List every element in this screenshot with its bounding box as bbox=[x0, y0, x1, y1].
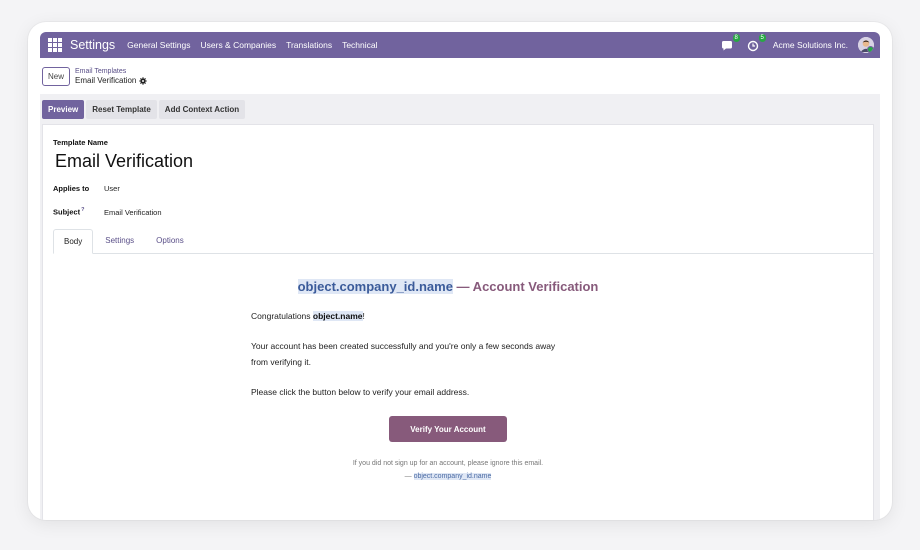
breadcrumb-email-templates[interactable]: Email Templates bbox=[75, 67, 147, 76]
paragraph-account-created-1: Your account has been created successful… bbox=[251, 341, 556, 351]
tab-body[interactable]: Body bbox=[53, 229, 94, 254]
verify-account-button[interactable]: Verify Your Account bbox=[389, 416, 507, 442]
tab-settings[interactable]: Settings bbox=[95, 229, 144, 253]
notebook-tabs: Body Settings Options bbox=[53, 229, 873, 254]
user-name-placeholder: object.name bbox=[312, 311, 363, 321]
subject-field[interactable]: Email Verification bbox=[104, 208, 162, 217]
apps-menu-icon[interactable] bbox=[48, 38, 62, 52]
control-panel: New Email Templates Email Verification bbox=[40, 58, 880, 95]
messages-badge: 8 bbox=[732, 34, 740, 42]
paragraph-click-button: Please click the button below to verify … bbox=[251, 387, 470, 397]
subject-help-icon[interactable]: ? bbox=[81, 207, 84, 213]
greeting-prefix: Congratulations bbox=[251, 311, 313, 321]
menu-translations[interactable]: Translations bbox=[286, 40, 332, 50]
footer-company-placeholder: object.company_id.name bbox=[413, 473, 492, 480]
navbar-systray: 8 5 Acme Solutions Inc. bbox=[721, 34, 880, 53]
company-name-placeholder: object.company_id.name bbox=[297, 279, 453, 294]
user-avatar[interactable] bbox=[858, 37, 874, 53]
activities-button[interactable]: 5 bbox=[747, 34, 766, 52]
applies-to-label: Applies to bbox=[53, 184, 90, 193]
paragraph-account-created-2: from verifying it. bbox=[251, 357, 311, 367]
gear-icon[interactable] bbox=[139, 76, 147, 85]
new-button[interactable]: New bbox=[42, 66, 71, 86]
breadcrumb-current-label: Email Verification bbox=[75, 76, 137, 85]
menu-users-companies[interactable]: Users & Companies bbox=[201, 40, 277, 50]
add-context-action-button[interactable]: Add Context Action bbox=[158, 100, 246, 119]
chat-bubble-icon bbox=[721, 41, 732, 51]
clock-icon bbox=[747, 40, 759, 52]
email-heading-suffix: — Account Verification bbox=[452, 279, 599, 294]
breadcrumb-current: Email Verification bbox=[75, 76, 147, 85]
footer-signature: — object.company_id.name bbox=[43, 473, 853, 480]
status-bar: Preview Reset Template Add Context Actio… bbox=[42, 100, 247, 119]
online-status-dot bbox=[867, 46, 874, 53]
footer-dash: — bbox=[404, 473, 414, 480]
reset-template-button[interactable]: Reset Template bbox=[86, 100, 157, 119]
subject-label-text: Subject bbox=[53, 207, 81, 217]
top-navbar: Settings General Settings Users & Compan… bbox=[40, 32, 880, 58]
activities-badge: 5 bbox=[758, 34, 766, 42]
applies-to-field[interactable]: User bbox=[104, 184, 120, 193]
template-name-field[interactable]: Email Verification bbox=[55, 151, 193, 172]
template-name-label: Template Name bbox=[53, 138, 108, 147]
greeting-suffix: ! bbox=[362, 311, 365, 321]
email-heading: object.company_id.name — Account Verific… bbox=[43, 279, 853, 294]
preview-button[interactable]: Preview bbox=[42, 100, 85, 119]
menu-technical[interactable]: Technical bbox=[342, 40, 377, 50]
app-window: Settings General Settings Users & Compan… bbox=[28, 22, 892, 520]
app-name[interactable]: Settings bbox=[70, 38, 115, 52]
footer-ignore-note: If you did not sign up for an account, p… bbox=[352, 460, 544, 467]
tab-options[interactable]: Options bbox=[146, 229, 194, 253]
menu-general-settings[interactable]: General Settings bbox=[127, 40, 190, 50]
greeting-line: Congratulations object.name! bbox=[251, 311, 365, 321]
email-body-editor[interactable]: object.company_id.name — Account Verific… bbox=[43, 253, 873, 520]
form-view: Preview Reset Template Add Context Actio… bbox=[40, 94, 880, 520]
breadcrumb: Email Templates Email Verification bbox=[75, 67, 147, 85]
subject-label: Subject? bbox=[53, 207, 84, 217]
company-switcher[interactable]: Acme Solutions Inc. bbox=[773, 40, 848, 50]
form-sheet: Template Name Email Verification Applies… bbox=[42, 124, 874, 520]
messages-button[interactable]: 8 bbox=[721, 34, 740, 51]
